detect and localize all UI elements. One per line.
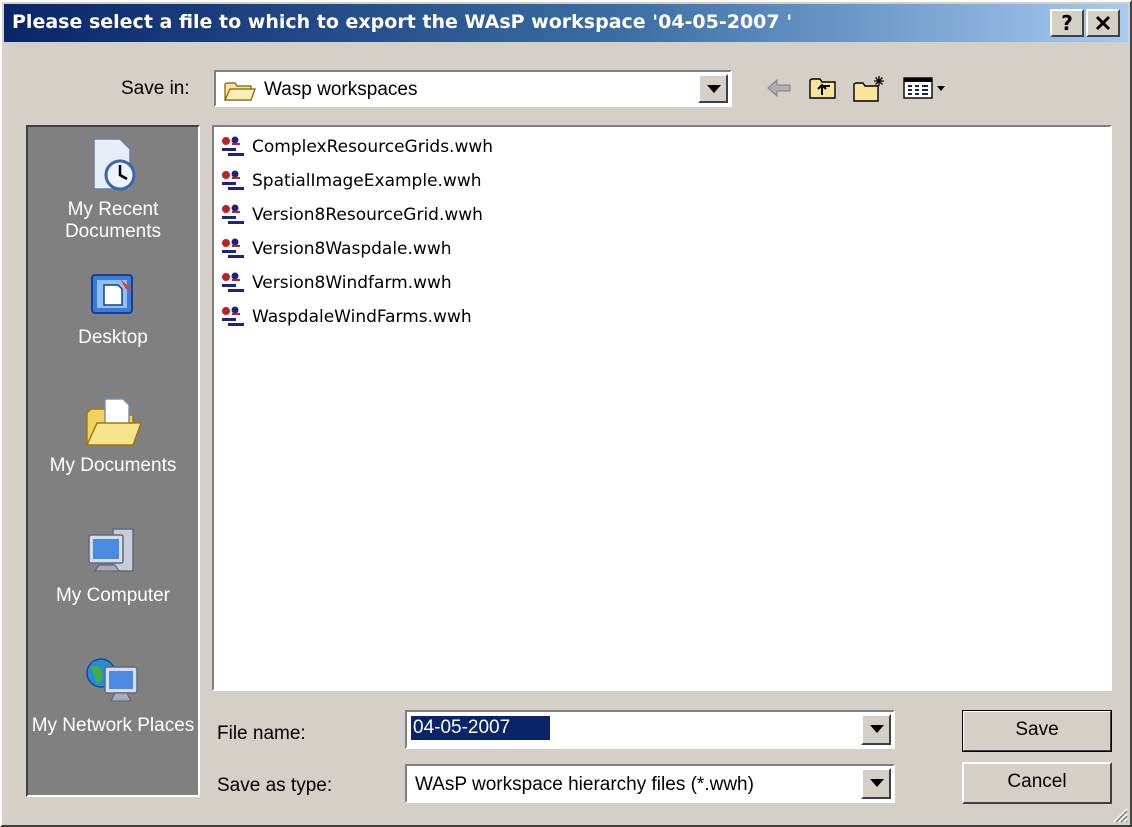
file-item[interactable]: SpatialImageExample.wwh [220,166,482,196]
cancel-button[interactable]: Cancel [962,762,1112,804]
file-name: Version8Waspdale.wwh [252,239,452,259]
file-name-dropdown-button[interactable] [861,714,891,745]
my-computer-icon [88,528,134,572]
file-name: SpatialImageExample.wwh [252,171,482,191]
file-item[interactable]: Version8Waspdale.wwh [220,234,452,264]
file-item[interactable]: WaspdaleWindFarms.wwh [220,302,472,332]
save-button[interactable]: Save [962,710,1112,752]
help-button[interactable]: ? [1050,9,1084,37]
place-label: My Computer [55,585,171,606]
place-label: My Documents [49,455,177,476]
file-item[interactable]: Version8Windfarm.wwh [220,268,452,298]
back-arrow-icon[interactable] [766,74,792,102]
chevron-down-icon [870,779,884,787]
desktop-icon [91,274,133,314]
file-name: Version8ResourceGrid.wwh [252,205,483,225]
wasp-hierarchy-file-icon [222,272,244,292]
network-places-icon [86,658,138,702]
place-my-computer[interactable]: My Computer [28,525,198,607]
up-folder-icon[interactable] [808,74,838,102]
save-in-dropdown[interactable]: Wasp workspaces [214,70,732,107]
close-icon [1095,15,1111,31]
chevron-down-icon [870,725,884,733]
place-label: My Network Places [31,715,195,736]
resize-grip-icon[interactable] [1110,805,1128,823]
file-name-combo[interactable] [405,710,895,749]
title-bar[interactable]: Please select a file to which to export … [4,4,1128,42]
file-name: WaspdaleWindFarms.wwh [252,307,472,327]
wasp-hierarchy-file-icon [222,238,244,258]
file-item[interactable]: Version8ResourceGrid.wwh [220,200,483,230]
place-my-documents[interactable]: My Documents [28,395,198,477]
places-bar: My Recent Documents Desktop My Documents… [26,125,200,797]
file-name-label: File name: [217,723,306,744]
file-name: Version8Windfarm.wwh [252,273,452,293]
save-in-dropdown-button[interactable] [698,74,728,103]
view-menu-icon[interactable] [902,74,946,102]
folder-icon [224,82,256,101]
place-desktop[interactable]: Desktop [28,271,198,349]
save-as-type-label: Save as type: [217,775,333,796]
my-documents-icon [85,398,143,446]
place-label: Desktop [78,327,148,348]
save-as-type-dropdown[interactable]: WAsP workspace hierarchy files (*.wwh) [405,764,895,803]
save-as-type-dropdown-button[interactable] [861,768,891,799]
place-my-network-places[interactable]: My Network Places [28,653,198,737]
file-name-input[interactable] [411,716,550,740]
wasp-hierarchy-file-icon [222,136,244,156]
new-folder-icon[interactable] [852,74,886,104]
wasp-hierarchy-file-icon [222,204,244,224]
save-as-type-value: WAsP workspace hierarchy files (*.wwh) [415,774,754,795]
place-my-recent-documents[interactable]: My Recent Documents [28,135,198,243]
wasp-hierarchy-file-icon [222,170,244,190]
chevron-down-icon [707,85,721,93]
wasp-hierarchy-file-icon [222,306,244,326]
save-in-value: Wasp workspaces [264,79,418,100]
recent-documents-icon [93,138,136,191]
close-button[interactable] [1086,9,1120,37]
file-item[interactable]: ComplexResourceGrids.wwh [220,132,493,162]
place-label: My Recent Documents [64,199,162,242]
window-title: Please select a file to which to export … [12,11,793,33]
file-name: ComplexResourceGrids.wwh [252,137,494,157]
file-list[interactable]: ComplexResourceGrids.wwh SpatialImageExa… [212,125,1112,691]
save-in-label: Save in: [121,78,190,99]
